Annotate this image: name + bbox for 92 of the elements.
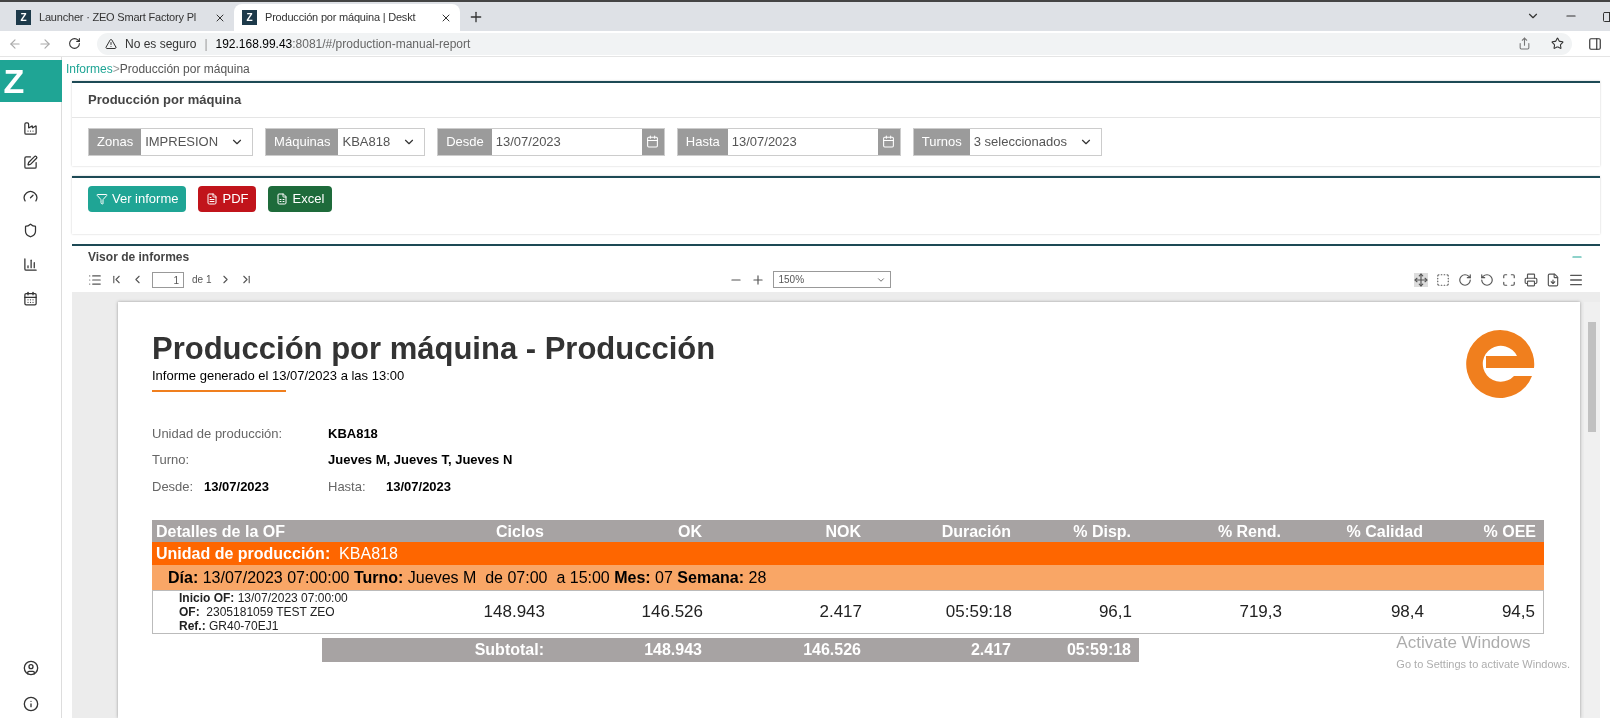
table-cell-text: 146.526 [640,601,704,624]
panel-title: Visor de informes [88,248,190,266]
download-icon[interactable] [1546,272,1560,287]
column-header: Duración [940,522,1012,542]
table-cell-text: 719,3 [1238,601,1283,624]
excel-button[interactable]: Excel [268,185,333,212]
factory-icon[interactable] [23,121,38,136]
info-label: Turno: [152,451,191,469]
column-header: OK [677,522,703,542]
tab-title: Launcher · ZEO Smart Factory Pl [39,10,198,26]
zoom-select[interactable]: 150% [773,271,892,288]
info-value: KBA818 [328,424,378,443]
rotate-clockwise-icon[interactable] [1458,272,1472,287]
column-header: % Calidad [1345,522,1424,542]
user-icon[interactable] [22,660,39,676]
page-count: de 1 [192,273,212,287]
rotate-counterclockwise-icon[interactable] [1480,272,1494,287]
table-cell-text: 96,1 [1097,601,1133,624]
report-subtitle: Informe generado el 13/07/2023 a las 13:00 [152,366,406,385]
report-title: Producción por máquina - Producción [152,331,716,366]
page-field[interactable]: 1 [152,271,184,288]
info-value: 13/07/2023 [204,477,271,496]
calendar-icon [646,135,660,148]
calendar-icon [882,135,896,148]
detail-line: Inicio OF: 13/07/2023 07:00:00 [179,591,349,605]
side-panel-icon[interactable] [1588,36,1602,51]
column-header: % Rend. [1216,522,1282,542]
bar-chart-icon[interactable] [23,257,38,272]
os-notice-title: Activate Windows [1396,632,1532,654]
info-value: 13/07/2023 [386,477,452,496]
select-field[interactable]: Máquinas KBA818 [265,127,426,156]
select-icon[interactable] [1436,272,1450,287]
share-icon[interactable] [1518,37,1531,50]
select-field[interactable]: Zonas IMPRESION [88,127,254,156]
favicon: Z [16,10,31,25]
pdf-button[interactable]: PDF [198,185,257,212]
bookmark-icon[interactable] [1551,37,1564,50]
fullscreen-icon[interactable] [1502,272,1516,287]
pan-icon[interactable] [1414,272,1428,287]
subtotal-cell: 148.943 [552,638,710,662]
info-label: Unidad de producción: [152,424,284,443]
table-cell-text: 148.943 [482,601,546,624]
calendar-icon[interactable] [23,291,38,306]
column-header: Ciclos [495,522,545,542]
select-field[interactable]: Turnos 3 seleccionados [912,127,1102,156]
panel-title: Producción por máquina [72,83,1600,118]
browser-tab[interactable]: Z Producción por máquina | Deskt [234,4,460,31]
date-field[interactable]: Desde 13/07/2023 [437,127,665,156]
url-separator: | [204,35,208,53]
subtotal-label: Subtotal: [322,638,552,662]
shield-icon[interactable] [23,223,38,238]
info-value: Jueves M, Jueves T, Jueves N [328,451,513,469]
url-field[interactable]: No es seguro | 192.168.99.43:8081/#/production-manual-report [97,32,1572,55]
zoom-in-icon[interactable] [751,272,766,287]
document-icon [206,192,219,205]
info-label: Hasta: [328,477,367,496]
column-header: Detalles de la OF [155,522,286,542]
url-text: 192.168.99.43:8081/#/production-manual-report [215,35,471,53]
breadcrumb-separator: > [112,61,120,78]
edit-icon[interactable] [23,155,38,170]
info-label: Desde: [152,477,195,496]
gauge-icon[interactable] [23,189,38,204]
new-tab-icon[interactable] [468,9,484,25]
table-cell-text: 2.417 [818,601,863,624]
date-field[interactable]: Hasta 13/07/2023 [676,127,901,156]
column-header: NOK [824,522,862,542]
info-icon[interactable] [22,696,39,712]
list-icon[interactable] [88,272,102,287]
browser-tab[interactable]: Z Launcher · ZEO Smart Factory Pl [8,4,234,31]
detail-line: OF: 2305181059 TEST ZEO [179,605,336,619]
breadcrumb-current: Producción por máquina [119,61,250,78]
os-notice-subtitle: Go to Settings to activate Windows. [1396,656,1570,672]
subtotal-cell: 05:59:18 [1019,638,1139,662]
subtotal-cell: 2.417 [869,638,1019,662]
table-cell-text: 94,5 [1500,601,1536,624]
filter-icon [96,192,108,205]
warning-icon [105,37,117,50]
table-cell-text: 98,4 [1389,601,1425,624]
table-cell-text: 05:59:18 [944,601,1013,624]
tab-title: Producción por máquina | Deskt [265,10,417,26]
column-header: % Disp. [1072,522,1132,542]
subtotal-cell: 146.526 [710,638,869,662]
reload-icon[interactable] [68,37,81,50]
column-header: % OEE [1482,522,1537,542]
first-page-icon[interactable] [110,273,123,286]
favicon: Z [242,10,257,25]
day-row: Día: 13/07/2023 07:00:00 Turno: Jueves M de 07:00 a 15:00 Mes: 07 Semana: 28 [152,565,1544,590]
print-icon[interactable] [1524,272,1538,287]
security-label: No es seguro [125,35,197,53]
detail-line: Ref.: GR40-70EJ1 [179,619,280,633]
group-row: Unidad de producción: KBA818 [152,542,1544,565]
spreadsheet-icon [276,192,289,205]
